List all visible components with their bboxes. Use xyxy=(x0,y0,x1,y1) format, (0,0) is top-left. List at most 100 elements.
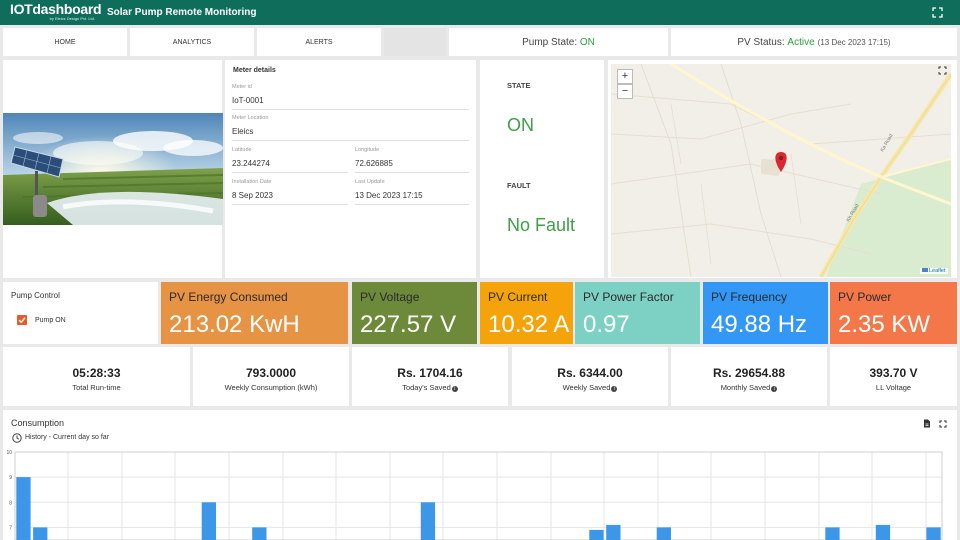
pv-current-tile: PV Current 10.32 A xyxy=(480,282,573,344)
todays-saved-stat: Rs. 1704.16 Today's Saved i xyxy=(352,347,508,406)
pump-state-value: ON xyxy=(579,36,595,48)
stat-label: Weekly Saved xyxy=(562,383,611,392)
state-label: STATE xyxy=(507,81,531,90)
chart-fullscreen-icon[interactable] xyxy=(939,420,947,428)
tile-label: PV Energy Consumed xyxy=(169,290,288,304)
latitude-field: Latitude 23.244274 xyxy=(232,147,348,173)
stat-value: Rs. 1704.16 xyxy=(397,366,463,380)
document-icon[interactable] xyxy=(923,419,931,428)
info-icon[interactable]: i xyxy=(451,385,458,392)
tile-label: PV Power xyxy=(838,290,892,304)
app-title: Solar Pump Remote Monitoring xyxy=(107,7,257,18)
installation-date-label: Installation Date xyxy=(232,179,272,185)
meter-location-label: Meter Location xyxy=(232,115,269,121)
pump-on-checkbox[interactable] xyxy=(17,315,27,325)
last-update-label: Last Update xyxy=(355,179,385,185)
tile-value: 0.97 xyxy=(583,311,630,338)
pv-energy-consumed-tile: PV Energy Consumed 213.02 KwH xyxy=(161,282,348,344)
map-tiles: Ka Road Kh Road xyxy=(611,64,951,277)
meter-details-title: Meter details xyxy=(233,67,276,74)
clock-icon xyxy=(12,433,22,443)
tab-analytics-label: ANALYTICS xyxy=(172,38,212,46)
pump-control-title: Pump Control xyxy=(11,291,60,300)
pv-frequency-tile: PV Frequency 49.88 Hz xyxy=(703,282,828,344)
latitude-value: 23.244274 xyxy=(232,159,270,168)
pv-status-value: Active xyxy=(787,36,815,48)
last-update-value: 13 Dec 2023 17:15 xyxy=(355,191,423,200)
weekly-saved-stat: Rs. 6344.00 Weekly Saved i xyxy=(512,347,668,406)
top-bar: IOTdashboard by Eleics Design Pvt. Ltd. … xyxy=(0,0,960,25)
pv-power-tile: PV Power 2.35 KW xyxy=(830,282,957,344)
tab-home-label: HOME xyxy=(54,38,76,46)
map-zoom-in-button[interactable]: + xyxy=(617,69,633,84)
map-fullscreen-icon[interactable] xyxy=(938,66,947,75)
pv-status-indicator: PV Status: Active (13 Dec 2023 17:15) xyxy=(671,28,957,56)
tile-label: PV Voltage xyxy=(360,290,420,304)
tab-analytics[interactable]: ANALYTICS xyxy=(130,28,254,56)
tile-value: 227.57 V xyxy=(360,311,457,338)
map-attribution[interactable]: Leaflet xyxy=(920,268,948,274)
info-icon[interactable]: i xyxy=(771,385,778,392)
longitude-value: 72.626885 xyxy=(355,159,393,168)
check-icon xyxy=(18,317,26,324)
ll-voltage-stat: 393.70 V LL Voltage xyxy=(830,347,957,406)
stat-value: Rs. 6344.00 xyxy=(557,366,623,380)
map-zoom-out-button[interactable]: − xyxy=(617,84,633,99)
meter-location-field: Meter Location Eleics xyxy=(232,115,469,141)
stat-value: Rs. 29654.88 xyxy=(712,366,786,380)
meter-location-value: Eleics xyxy=(232,127,254,136)
map-attribution-text: Leaflet xyxy=(929,268,946,274)
pv-voltage-tile: PV Voltage 227.57 V xyxy=(352,282,477,344)
state-value: ON xyxy=(507,115,534,135)
stat-label: Total Run-time xyxy=(72,383,121,392)
stat-value: 05:28:33 xyxy=(72,366,121,380)
latitude-label: Latitude xyxy=(232,147,252,153)
stat-label-row: Weekly Saved i xyxy=(512,383,668,392)
stat-label-row: Monthly Saved i xyxy=(671,383,827,392)
stat-label: Weekly Consumption (kWh) xyxy=(224,383,318,392)
monthly-saved-stat: Rs. 29654.88 Monthly Saved i xyxy=(671,347,827,406)
installation-date-field: Installation Date 8 Sep 2023 xyxy=(232,179,348,205)
pv-status-label: PV Status: xyxy=(737,36,785,48)
longitude-label: Longitude xyxy=(355,147,380,153)
iot-dashboard-logo[interactable]: IOTdashboard by Eleics Design Pvt. Ltd. xyxy=(10,2,102,22)
total-runtime-stat: 05:28:33 Total Run-time xyxy=(3,347,190,406)
installation-date-value: 8 Sep 2023 xyxy=(232,191,273,200)
stat-label: Monthly Saved xyxy=(720,383,771,392)
meter-id-value: IoT-0001 xyxy=(232,96,264,105)
tile-label: PV Current xyxy=(488,290,548,304)
tile-value: 213.02 KwH xyxy=(169,311,300,338)
meter-details-card: Meter details Meter id IoT-0001 Meter Lo… xyxy=(225,60,476,278)
pump-control-card: Pump Control Pump ON xyxy=(3,282,158,344)
stat-label: Today's Saved xyxy=(402,383,451,392)
tile-label: PV Power Factor xyxy=(583,290,674,304)
fullscreen-icon[interactable] xyxy=(932,7,943,18)
pump-state-indicator: Pump State: ON xyxy=(449,28,668,56)
info-icon[interactable]: i xyxy=(611,385,618,392)
consumption-card: Consumption History - Current day so far xyxy=(3,410,957,540)
tile-value: 49.88 Hz xyxy=(711,311,808,338)
longitude-field: Longitude 72.626885 xyxy=(355,147,469,173)
tile-value: 2.35 KW xyxy=(838,311,931,338)
pump-state-label: Pump State: xyxy=(522,36,578,48)
tile-value: 10.32 A xyxy=(488,311,570,338)
tab-alerts-label: ALERTS xyxy=(305,38,333,46)
nav-spacer xyxy=(384,28,446,56)
tile-label: PV Frequency xyxy=(711,290,788,304)
pump-on-label: Pump ON xyxy=(35,317,66,324)
pv-status-time: (13 Dec 2023 17:15) xyxy=(817,37,891,47)
weekly-consumption-stat: 793.0000 Weekly Consumption (kWh) xyxy=(193,347,349,406)
tab-alerts[interactable]: ALERTS xyxy=(257,28,381,56)
tab-home[interactable]: HOME xyxy=(3,28,127,56)
location-map[interactable]: Ka Road Kh Road xyxy=(611,64,951,277)
meter-id-field: Meter id IoT-0001 xyxy=(232,84,469,110)
state-card: STATE ON FAULT No Fault xyxy=(480,60,604,278)
fault-value: No Fault xyxy=(507,215,576,235)
pv-power-factor-tile: PV Power Factor 0.97 xyxy=(575,282,700,344)
consumption-subtitle: History - Current day so far xyxy=(25,434,110,441)
stat-value: 393.70 V xyxy=(869,366,918,380)
consumption-title: Consumption xyxy=(11,418,65,428)
leaflet-flag-icon xyxy=(922,268,928,272)
last-update-field: Last Update 13 Dec 2023 17:15 xyxy=(355,179,469,205)
solar-pump-photo xyxy=(3,113,223,225)
